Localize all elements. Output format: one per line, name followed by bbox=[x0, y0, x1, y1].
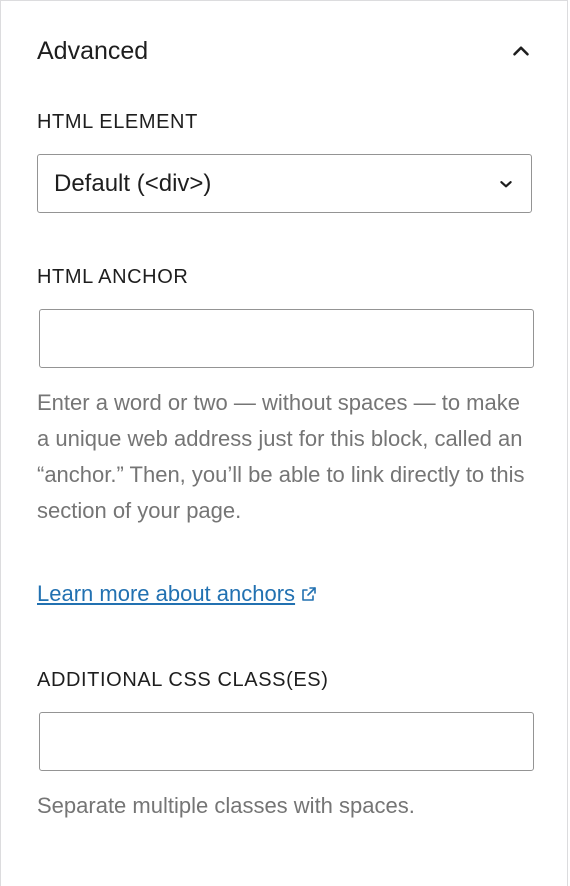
chevron-up-icon[interactable] bbox=[507, 37, 535, 65]
css-classes-input[interactable] bbox=[39, 712, 534, 771]
css-classes-help-text: Separate multiple classes with spaces. bbox=[37, 793, 415, 818]
html-anchor-help-text: Enter a word or two — without spaces — t… bbox=[37, 390, 525, 523]
html-anchor-input[interactable] bbox=[39, 309, 534, 368]
html-element-label: HTML ELEMENT bbox=[37, 111, 198, 133]
css-classes-label: ADDITIONAL CSS CLASS(ES) bbox=[37, 669, 329, 691]
advanced-panel: Advanced HTML ELEMENT Default (<div>) HT… bbox=[0, 0, 568, 886]
advanced-panel-toggle[interactable]: Advanced bbox=[1, 1, 567, 101]
learn-more-anchors-link[interactable]: Learn more about anchors bbox=[37, 581, 319, 607]
html-anchor-label: HTML ANCHOR bbox=[37, 266, 189, 288]
html-element-select[interactable]: Default (<div>) bbox=[37, 154, 532, 213]
html-element-selected-value: Default (<div>) bbox=[54, 169, 212, 197]
panel-title: Advanced bbox=[37, 36, 149, 65]
chevron-down-icon bbox=[495, 173, 517, 195]
learn-more-anchors-link-text: Learn more about anchors bbox=[37, 581, 296, 606]
external-link-icon bbox=[299, 584, 319, 604]
